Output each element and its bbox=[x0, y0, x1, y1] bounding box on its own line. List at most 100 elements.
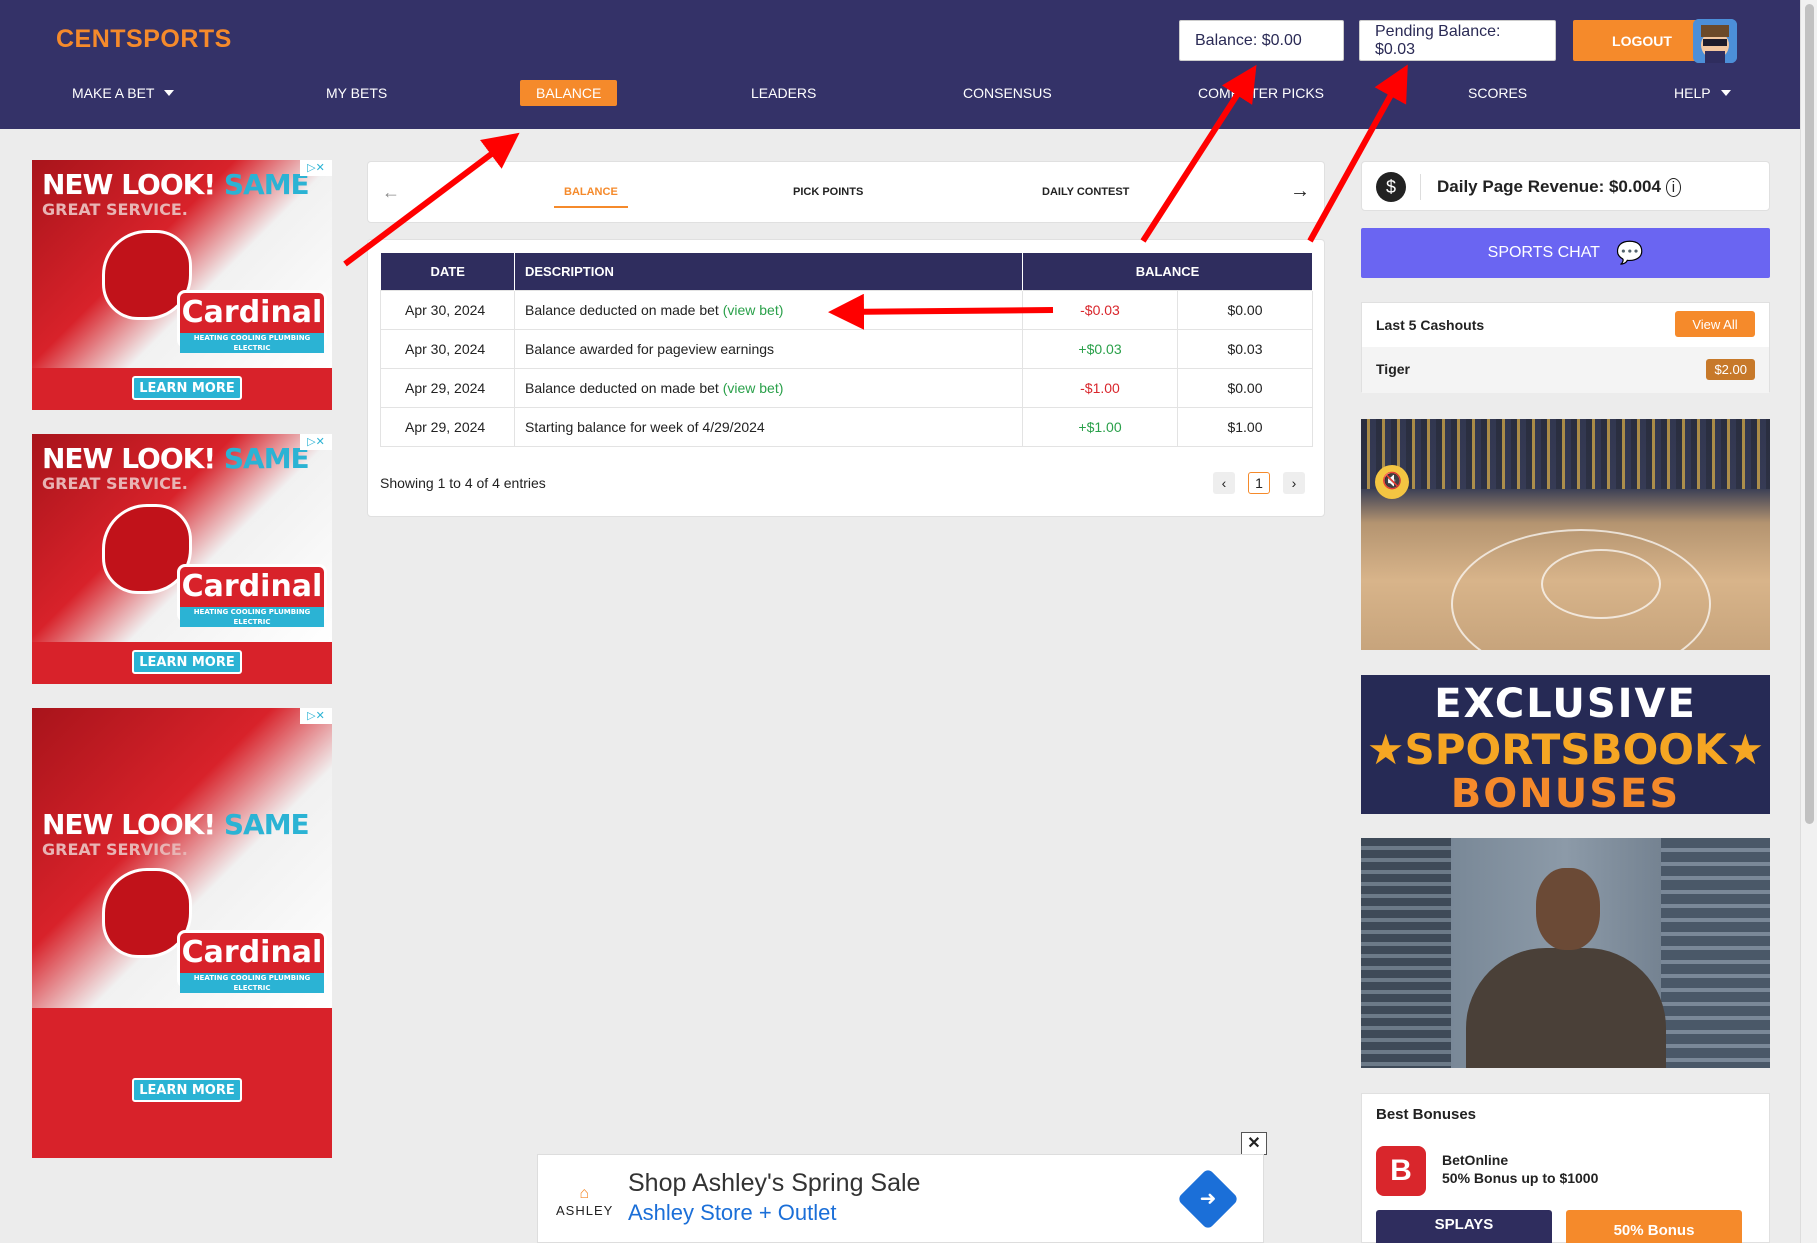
tab-pick-points[interactable]: PICK POINTS bbox=[793, 186, 863, 198]
cashout-amount: $2.00 bbox=[1706, 359, 1755, 380]
nav-leaders[interactable]: LEADERS bbox=[751, 80, 816, 106]
top-header: CENTSPORTS Balance: $0.00 Pending Balanc… bbox=[0, 0, 1800, 129]
table-header-row: DATE DESCRIPTION BALANCE bbox=[380, 253, 1313, 290]
prev-page-button[interactable]: ‹ bbox=[1213, 472, 1235, 494]
sports-chat-label: SPORTS CHAT bbox=[1487, 244, 1600, 261]
view-all-button[interactable]: View All bbox=[1675, 311, 1755, 337]
learn-more-button[interactable]: LEARN MORE bbox=[132, 376, 242, 400]
cell-description: Balance awarded for pageview earnings bbox=[514, 328, 1023, 369]
cell-balance: $0.00 bbox=[1177, 367, 1313, 408]
cardinal-ad-3[interactable]: NEW LOOK! SAME GREAT SERVICE. Cardinal HE… bbox=[32, 708, 332, 1158]
directions-icon[interactable]: ➜ bbox=[1176, 1167, 1240, 1231]
avatar[interactable] bbox=[1693, 19, 1737, 63]
nav-my-bets[interactable]: MY BETS bbox=[326, 80, 387, 106]
tab-daily-contest[interactable]: DAILY CONTEST bbox=[1042, 186, 1129, 198]
cell-description: Balance deducted on made bet (view bet) bbox=[514, 367, 1023, 408]
sports-chat-button[interactable]: SPORTS CHAT 💬 bbox=[1361, 228, 1770, 278]
cell-balance: $0.00 bbox=[1177, 289, 1313, 330]
ad-headline: NEW LOOK! SAME bbox=[42, 168, 310, 201]
betonline-logo-icon: B bbox=[1376, 1146, 1426, 1196]
ad-subtitle: GREAT SERVICE. bbox=[42, 474, 188, 493]
tab-balance[interactable]: BALANCE bbox=[554, 186, 628, 208]
pending-balance-display[interactable]: Pending Balance: $0.03 bbox=[1359, 20, 1556, 61]
nav-label: HELP bbox=[1674, 85, 1711, 101]
ashley-logo: ⌂ ASHLEY bbox=[556, 1185, 614, 1218]
cell-date: Apr 29, 2024 bbox=[380, 406, 515, 447]
basketball-video[interactable]: 🔇 bbox=[1361, 419, 1770, 650]
nav-label: MAKE A BET bbox=[72, 85, 155, 101]
view-bet-link[interactable]: (view bet) bbox=[723, 302, 784, 318]
best-bonuses-card: Best Bonuses B BetOnline 50% Bonus up to… bbox=[1361, 1093, 1770, 1243]
cell-amount: -$0.03 bbox=[1022, 289, 1178, 330]
ad-brand: Cardinal HEATING COOLING PLUMBING ELECTRI… bbox=[177, 930, 327, 993]
nav-consensus[interactable]: CONSENSUS bbox=[963, 80, 1052, 106]
ad-subheadline: Ashley Store + Outlet bbox=[628, 1200, 837, 1225]
table-row: Apr 30, 2024 Balance deducted on made be… bbox=[380, 289, 1313, 330]
column-header-description[interactable]: DESCRIPTION bbox=[514, 253, 1023, 290]
cell-date: Apr 30, 2024 bbox=[380, 328, 515, 369]
promo-line-3: BONUSES bbox=[1450, 771, 1681, 817]
column-header-balance[interactable]: BALANCE bbox=[1022, 253, 1313, 290]
bonuses-title: Best Bonuses bbox=[1376, 1106, 1477, 1123]
logout-button[interactable]: LOGOUT bbox=[1573, 20, 1711, 61]
nav-scores[interactable]: SCORES bbox=[1468, 80, 1527, 106]
ad-choices-icon[interactable]: ▷✕ bbox=[300, 160, 332, 176]
building bbox=[1661, 838, 1770, 1068]
cashouts-title: Last 5 Cashouts bbox=[1376, 317, 1485, 333]
ashley-ad[interactable]: ⌂ ASHLEY Shop Ashley's Spring Sale Ashley… bbox=[537, 1154, 1264, 1243]
ad-subtitle: GREAT SERVICE. bbox=[42, 840, 188, 859]
learn-more-button[interactable]: LEARN MORE bbox=[132, 1078, 242, 1102]
ad-headline: Shop Ashley's Spring Sale bbox=[628, 1169, 921, 1197]
balance-tabs: ← BALANCE PICK POINTS DAILY CONTEST → bbox=[367, 161, 1325, 223]
ad-headline: NEW LOOK! SAME bbox=[42, 442, 310, 475]
news-video[interactable] bbox=[1361, 838, 1770, 1068]
ad-brand: Cardinal HEATING COOLING PLUMBING ELECTRI… bbox=[177, 290, 327, 353]
claim-bonus-button[interactable]: 50% Bonus bbox=[1566, 1210, 1742, 1243]
cell-amount: +$1.00 bbox=[1022, 406, 1178, 447]
divider bbox=[1420, 174, 1421, 200]
nav-help[interactable]: HELP bbox=[1674, 80, 1731, 106]
scrollbar[interactable] bbox=[1800, 0, 1817, 1243]
balance-table: DATE DESCRIPTION BALANCE Apr 30, 2024 Ba… bbox=[380, 253, 1313, 447]
dollar-icon: $ bbox=[1376, 172, 1406, 202]
table-row: Apr 30, 2024 Balance awarded for pagevie… bbox=[380, 328, 1313, 369]
cashout-row: Tiger $2.00 bbox=[1362, 347, 1769, 393]
sportsbook-bonuses-banner[interactable]: EXCLUSIVE ★SPORTSBOOK★ BONUSES bbox=[1361, 675, 1770, 817]
scrollbar-thumb[interactable] bbox=[1805, 4, 1814, 824]
table-info: Showing 1 to 4 of 4 entries bbox=[380, 475, 546, 491]
cell-date: Apr 29, 2024 bbox=[380, 367, 515, 408]
ad-choices-icon[interactable]: ▷✕ bbox=[300, 708, 332, 724]
chat-bubble-icon: 💬 bbox=[1615, 240, 1644, 265]
table-row: Apr 29, 2024 Starting balance for week o… bbox=[380, 406, 1313, 447]
ad-brand: Cardinal HEATING COOLING PLUMBING ELECTRI… bbox=[177, 564, 327, 627]
nav-make-a-bet[interactable]: MAKE A BET bbox=[72, 80, 175, 106]
balance-display[interactable]: Balance: $0.00 bbox=[1179, 20, 1344, 61]
cell-balance: $1.00 bbox=[1177, 406, 1313, 447]
learn-more-button[interactable]: LEARN MORE bbox=[132, 650, 242, 674]
presenter-head bbox=[1536, 868, 1600, 950]
cardinal-ad-2[interactable]: NEW LOOK! SAME GREAT SERVICE. Cardinal HE… bbox=[32, 434, 332, 684]
promo-code-button[interactable]: SPLAYS bbox=[1376, 1210, 1552, 1243]
nav-balance[interactable]: BALANCE bbox=[520, 80, 618, 106]
next-page-button[interactable]: › bbox=[1283, 472, 1305, 494]
chevron-down-icon bbox=[164, 90, 175, 96]
bonus-name: BetOnline bbox=[1442, 1152, 1509, 1168]
page-1-button[interactable]: 1 bbox=[1248, 472, 1270, 494]
arrow-right-icon[interactable]: → bbox=[1290, 180, 1310, 203]
crowd bbox=[1361, 419, 1770, 489]
court-line bbox=[1541, 549, 1661, 619]
info-icon: i bbox=[1665, 178, 1682, 197]
ad-choices-icon[interactable]: ▷✕ bbox=[300, 434, 332, 450]
column-header-date[interactable]: DATE bbox=[380, 253, 515, 290]
cell-description: Balance deducted on made bet (view bet) bbox=[514, 289, 1023, 330]
cardinal-ad-1[interactable]: NEW LOOK! SAME GREAT SERVICE. Cardinal HE… bbox=[32, 160, 332, 410]
chevron-down-icon bbox=[1720, 90, 1731, 96]
arrow-left-icon[interactable]: ← bbox=[382, 182, 400, 203]
view-bet-link[interactable]: (view bet) bbox=[723, 380, 784, 396]
nav-computer-picks[interactable]: COMPUTER PICKS bbox=[1198, 80, 1324, 106]
close-ad-button[interactable]: ✕ bbox=[1241, 1132, 1267, 1155]
building bbox=[1361, 838, 1451, 1068]
site-logo[interactable]: CENTSPORTS bbox=[56, 25, 232, 54]
mute-icon[interactable]: 🔇 bbox=[1375, 465, 1409, 499]
bonus-offer: 50% Bonus up to $1000 bbox=[1442, 1170, 1599, 1186]
